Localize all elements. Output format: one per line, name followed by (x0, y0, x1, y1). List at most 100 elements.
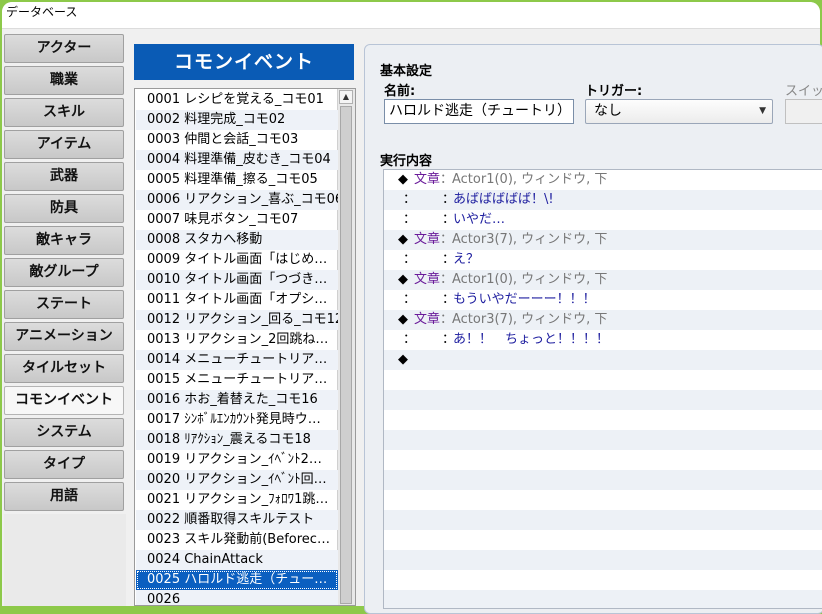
tab-item[interactable]: 防具 (4, 194, 124, 223)
content-row[interactable]: ◆ 文章： Actor1(0), ウィンドウ, 下 (384, 170, 822, 190)
switch-label: スイッ (785, 84, 822, 99)
tab-item[interactable]: タイルセット (4, 354, 124, 383)
category-tabs: アクター職業スキルアイテム武器防具敵キャラ敵グループステートアニメーション タイル… (4, 34, 126, 514)
content-row[interactable]: ◆ 文章： Actor3(7), ウィンドウ, 下 (384, 230, 822, 250)
event-list-item[interactable]: 0013 リアクション_2回跳ね… (136, 330, 338, 350)
content-row[interactable] (384, 390, 822, 410)
content-row[interactable]: ：：え？ (384, 250, 822, 270)
switch-select (785, 99, 822, 124)
event-list-item[interactable]: 0015 メニューチュートリア… (136, 370, 338, 390)
tab-item[interactable]: 敵グループ (4, 258, 124, 287)
event-list-item[interactable]: 0007 味見ボタン_コモ07 (136, 210, 338, 230)
content-row[interactable] (384, 370, 822, 390)
tab-item[interactable]: 職業 (4, 66, 124, 95)
event-list-item[interactable]: 0024 ChainAttack (136, 550, 338, 570)
tab-item[interactable]: タイプ (4, 450, 124, 479)
command-name: 文章 (414, 272, 441, 287)
command-name: 文章 (414, 312, 441, 327)
event-list-item[interactable]: 0017 ｼﾝﾎﾞﾙｴﾝｶｳﾝﾄ発見時ウ… (136, 410, 338, 430)
event-list-item[interactable]: 0018 ﾘｱｸｼｮﾝ_震えるコモ18 (136, 430, 338, 450)
event-list-item[interactable]: 0016 ホお_着替えた_コモ16 (136, 390, 338, 410)
content-row[interactable]: ◆ (384, 350, 822, 370)
event-list-item[interactable]: 0008 スタカへ移動 (136, 230, 338, 250)
trigger-select[interactable]: なし ▼ (585, 99, 773, 124)
event-name-input[interactable]: ハロルド逃走（チュートリ） (384, 99, 574, 124)
event-list-item[interactable]: 0011 タイトル画面「オプシ… (136, 290, 338, 310)
content-row[interactable] (384, 590, 822, 608)
command-name: 文章 (414, 232, 441, 247)
content-row[interactable] (384, 570, 822, 590)
content-row[interactable] (384, 470, 822, 490)
event-list-item[interactable]: 0004 料理準備_皮むき_コモ04 (136, 150, 338, 170)
basic-settings-label: 基本設定 (380, 64, 433, 79)
trigger-label: トリガー: (585, 84, 643, 99)
continuation-colon: ： (403, 292, 417, 307)
content-row[interactable] (384, 490, 822, 510)
message-text: あばばばばば！\! (453, 192, 554, 207)
trigger-value: なし (594, 103, 622, 119)
event-list-item[interactable]: 0023 スキル発動前(Beforec… (136, 530, 338, 550)
command-name: 文章 (414, 172, 441, 187)
content-row[interactable] (384, 450, 822, 470)
title-separator (2, 28, 820, 29)
message-text: もういやだーーー！！！ (453, 292, 596, 307)
common-event-list[interactable]: ▲ 0001 レシピを覚える_コモ01 0002 料理完成_コモ02 0003 仲間… (134, 88, 356, 606)
tabs-empty-area (4, 514, 126, 606)
event-list-item[interactable]: 0019 リアクション_ｲﾍﾞﾝﾄ2… (136, 450, 338, 470)
event-list-item[interactable]: 0022 順番取得スキルテスト (136, 510, 338, 530)
command-params: Actor3(7), ウィンドウ, 下 (452, 232, 608, 247)
event-contents-list[interactable]: ◆ 文章 ： Actor1(0), ウィンドウ, 下 ： ： あばばばばば！\! ： ： いやだ…… (383, 169, 822, 609)
event-list-item[interactable]: 0014 メニューチュートリア… (136, 350, 338, 370)
content-row[interactable] (384, 510, 822, 530)
command-params: Actor1(0), ウィンドウ, 下 (452, 272, 608, 287)
message-text: あ！！ ちょっと！！！！ (453, 332, 610, 347)
message-text: いやだ… (453, 212, 506, 227)
event-list-item[interactable]: 0026 (136, 590, 338, 605)
content-row[interactable]: ：：いやだ… (384, 210, 822, 230)
event-list-item[interactable]: 0002 料理完成_コモ02 (136, 110, 338, 130)
tab-item[interactable]: アイテム (4, 130, 124, 159)
event-list-item[interactable]: 0009 タイトル画面「はじめ… (136, 250, 338, 270)
continuation-colon: ： (403, 212, 417, 227)
content-row[interactable] (384, 530, 822, 550)
event-list-item[interactable]: 0006 リアクション_喜ぶ_コモ06 (136, 190, 338, 210)
event-list-item[interactable]: 0020 リアクション_ｲﾍﾞﾝﾄ回… (136, 470, 338, 490)
content-row[interactable]: ◆ 文章： Actor3(7), ウィンドウ, 下 (384, 310, 822, 330)
content-row[interactable] (384, 430, 822, 450)
continuation-colon: ： (403, 192, 417, 207)
tab-item[interactable]: アニメーション (4, 322, 124, 351)
name-label: 名前: (384, 84, 416, 99)
content-row[interactable]: ◆ 文章： Actor1(0), ウィンドウ, 下 (384, 270, 822, 290)
event-list-item[interactable]: 0021 リアクション_ﾌｫﾛﾜ1跳… (136, 490, 338, 510)
contents-label: 実行内容 (380, 154, 433, 169)
list-scrollbar[interactable]: ▲ (337, 89, 355, 605)
command-marker: ◆ (398, 272, 408, 287)
tab-item[interactable]: 敵キャラ (4, 226, 124, 255)
tab-item[interactable]: スキル (4, 98, 124, 127)
message-text: え？ (453, 252, 480, 267)
content-row[interactable] (384, 550, 822, 570)
event-list-item[interactable]: 0003 仲間と会話_コモ03 (136, 130, 338, 150)
event-list-item[interactable]: 0012 リアクション_回る_コモ12 (136, 310, 338, 330)
tab-item[interactable]: 武器 (4, 162, 124, 191)
tab-item[interactable]: 用語 (4, 482, 124, 511)
event-list-item[interactable]: 0005 料理準備_擦る_コモ05 (136, 170, 338, 190)
tab-item[interactable]: システム (4, 418, 124, 447)
scroll-thumb[interactable] (340, 106, 352, 604)
tab-item[interactable]: コモンイベント (4, 386, 124, 415)
window-title: データベース (2, 2, 820, 28)
event-list-item[interactable]: 0010 タイトル画面「つづき… (136, 270, 338, 290)
dropdown-arrow-icon: ▼ (759, 106, 766, 116)
content-row[interactable] (384, 410, 822, 430)
end-marker: ◆ (398, 352, 408, 367)
event-list-item[interactable]: 0025 ハロルド逃走（チュー… (136, 570, 338, 590)
content-row[interactable]: ：：もういやだーーー！！！ (384, 290, 822, 310)
tab-item[interactable]: アクター (4, 34, 124, 63)
tab-item[interactable]: ステート (4, 290, 124, 319)
event-list-title: コモンイベント (134, 44, 354, 80)
scroll-up-arrow-icon[interactable]: ▲ (339, 90, 353, 104)
command-params: Actor3(7), ウィンドウ, 下 (452, 312, 608, 327)
content-row[interactable]: ：：あ！！ ちょっと！！！！ (384, 330, 822, 350)
event-list-item[interactable]: 0001 レシピを覚える_コモ01 (136, 90, 338, 110)
content-row[interactable]: ：：あばばばばば！\! (384, 190, 822, 210)
